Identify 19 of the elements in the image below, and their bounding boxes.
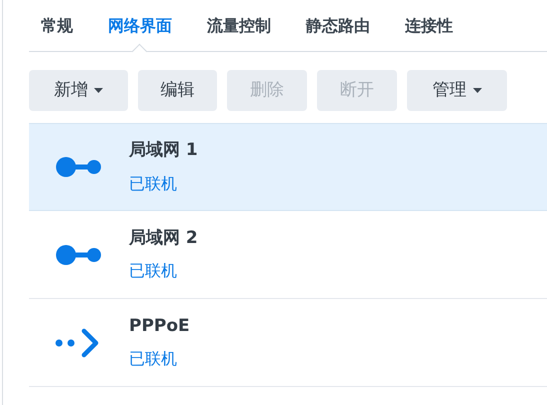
interface-row[interactable]: 局域网 1 已联机	[29, 123, 547, 211]
toolbar-button[interactable]: 编辑	[138, 70, 217, 111]
tab[interactable]: 静态路由	[306, 14, 370, 38]
connector-icon	[55, 156, 103, 178]
status-text: 已联机	[129, 172, 178, 195]
interface-name: 局域网 1	[129, 139, 198, 162]
toolbar-button[interactable]: 管理	[407, 70, 507, 111]
tab[interactable]: 常规	[41, 14, 73, 38]
caret-icon	[94, 88, 103, 93]
tab[interactable]: 网络界面	[108, 14, 172, 38]
status-text: 已联机	[129, 260, 178, 282]
interface-name: PPPoE	[129, 314, 190, 338]
connector-icon	[55, 244, 103, 266]
status-text: 已联机	[129, 348, 178, 370]
tab[interactable]: 流量控制	[207, 14, 271, 38]
caret-icon	[472, 88, 482, 93]
toolbar-button[interactable]: 新增	[29, 70, 128, 111]
tab[interactable]: 连接性	[405, 14, 453, 38]
interface-name: 局域网 2	[129, 226, 198, 250]
